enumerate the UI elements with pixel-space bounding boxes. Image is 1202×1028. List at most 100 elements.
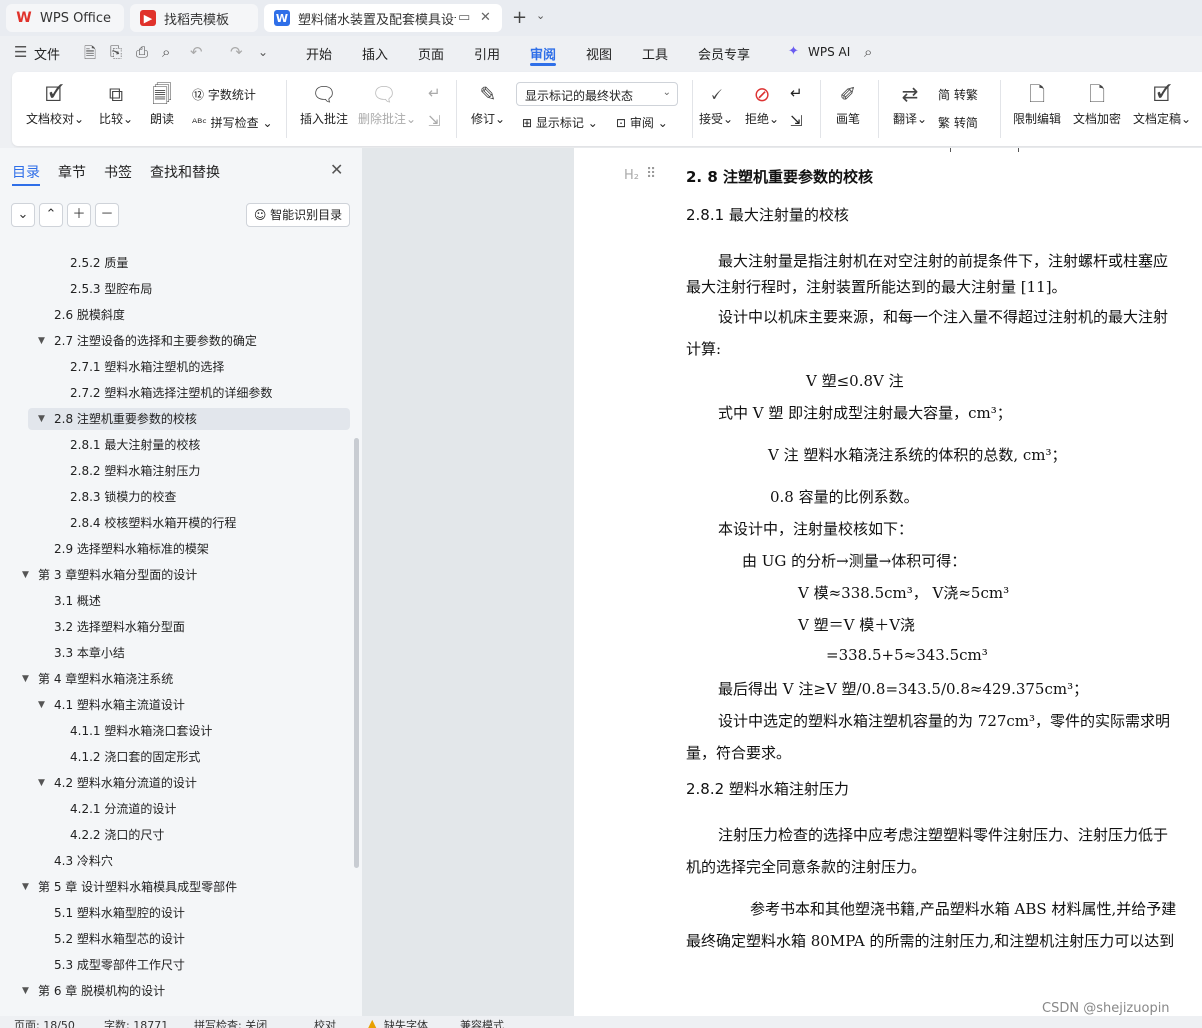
toc-item[interactable]: 5.2 塑料水箱型芯的设计: [28, 928, 350, 950]
drag-handle-icon[interactable]: ⠿: [646, 166, 656, 182]
toc-item[interactable]: 2.8.4 校核塑料水箱开模的行程: [28, 512, 350, 534]
search-icon[interactable]: ⌕: [864, 43, 872, 61]
expand-arrow-icon[interactable]: ▼: [38, 772, 45, 794]
restrict-edit-button[interactable]: 🗋 限制编辑: [1012, 80, 1062, 127]
expand-arrow-icon[interactable]: ▼: [38, 694, 45, 716]
tab-wps-office[interactable]: W WPS Office: [6, 4, 124, 32]
prev-change-icon[interactable]: ↵: [790, 84, 803, 102]
accept-button[interactable]: 🗸 接受⌄: [698, 80, 734, 127]
print-icon[interactable]: ⎙: [136, 43, 148, 61]
toc-item[interactable]: 2.9 选择塑料水箱标准的模架: [28, 538, 350, 560]
toc-item[interactable]: 5.3 成型零部件工作尺寸: [28, 954, 350, 976]
print-preview-icon[interactable]: ⌕: [162, 43, 170, 61]
compat-mode-indicator[interactable]: 兼容模式: [460, 1017, 504, 1028]
translate-button[interactable]: ⇄ 翻译⌄: [890, 80, 930, 127]
next-change-icon[interactable]: ⇲: [790, 112, 803, 130]
nav-tab-toc[interactable]: 目录: [12, 162, 40, 182]
track-changes-button[interactable]: ✎ 修订⌄: [468, 80, 508, 127]
toc-item[interactable]: 4.1.1 塑料水箱浇口套设计: [28, 720, 350, 742]
toc-item[interactable]: 2.8.2 塑料水箱注射压力: [28, 460, 350, 482]
expand-arrow-icon[interactable]: ▼: [38, 408, 45, 430]
tab-templates[interactable]: ▶ 找稻壳模板: [130, 4, 258, 32]
nav-tab-sections[interactable]: 章节: [58, 162, 86, 182]
menu-member[interactable]: 会员专享: [698, 44, 750, 63]
redo-icon[interactable]: ↷: [230, 43, 243, 61]
menu-tools[interactable]: 工具: [642, 44, 668, 63]
toc-item[interactable]: ▼ 4.1 塑料水箱主流道设计: [28, 694, 350, 716]
toc-item[interactable]: ▼ 2.8 注塑机重要参数的校核: [28, 408, 350, 430]
pen-button[interactable]: ✐ 画笔: [830, 80, 866, 127]
hamburger-icon[interactable]: ☰: [14, 43, 27, 61]
doc-proof-button[interactable]: 🗹 文档校对⌄: [26, 80, 84, 127]
expand-arrow-icon[interactable]: ▼: [22, 564, 29, 586]
menu-file[interactable]: 文件: [34, 44, 60, 63]
expand-arrow-icon[interactable]: ▼: [22, 668, 29, 690]
toc-item[interactable]: 4.2.1 分流道的设计: [28, 798, 350, 820]
word-count-button[interactable]: ⑫ 字数统计: [192, 86, 256, 103]
expand-down-button[interactable]: ⌄: [11, 203, 35, 227]
expand-arrow-icon[interactable]: ▼: [22, 980, 29, 1002]
to-simplified-button[interactable]: 繁 转简: [938, 114, 978, 131]
delete-comment-button[interactable]: 🗨 删除批注⌄: [358, 80, 416, 127]
toc-item[interactable]: 2.8.3 锁模力的校查: [28, 486, 350, 508]
toc-item[interactable]: 3.2 选择塑料水箱分型面: [28, 616, 350, 638]
menu-view[interactable]: 视图: [586, 44, 612, 63]
toc-item[interactable]: 2.7.1 塑料水箱注塑机的选择: [28, 356, 350, 378]
to-traditional-button[interactable]: 简 转繁: [938, 86, 978, 103]
insert-comment-button[interactable]: 🗨 插入批注: [298, 80, 350, 127]
expand-arrow-icon[interactable]: ▼: [38, 330, 45, 352]
export-icon[interactable]: ⎘: [110, 43, 122, 61]
window-icon[interactable]: ▭: [458, 10, 470, 25]
toc-item[interactable]: 5.1 塑料水箱型腔的设计: [28, 902, 350, 924]
toc-item[interactable]: 4.3 冷料穴: [28, 850, 350, 872]
reject-button[interactable]: ⊘ 拒绝⌄: [744, 80, 780, 127]
remove-heading-button[interactable]: －: [95, 203, 119, 227]
undo-icon[interactable]: ↶: [190, 43, 203, 61]
add-heading-button[interactable]: ＋: [67, 203, 91, 227]
nav-tab-bookmarks[interactable]: 书签: [104, 162, 132, 182]
smart-toc-button[interactable]: ☺ 智能识别目录: [246, 203, 350, 227]
toc-item[interactable]: 2.5.2 质量: [28, 252, 350, 274]
menu-references[interactable]: 引用: [474, 44, 500, 63]
page-indicator[interactable]: 页面: 18/50: [14, 1017, 75, 1028]
word-count-indicator[interactable]: 字数: 18771: [104, 1017, 168, 1028]
save-icon[interactable]: 🗎: [84, 43, 96, 68]
toc-item[interactable]: 2.6 脱模斜度: [28, 304, 350, 326]
toc-item[interactable]: 4.2.2 浇口的尺寸: [28, 824, 350, 846]
toc-item[interactable]: 2.8.1 最大注射量的校核: [28, 434, 350, 456]
nav-scrollbar[interactable]: [354, 438, 359, 868]
collapse-up-button[interactable]: ⌃: [39, 203, 63, 227]
chevron-down-icon[interactable]: ⌄: [536, 9, 545, 22]
next-comment-icon[interactable]: ⇲: [428, 112, 441, 130]
close-icon[interactable]: ✕: [330, 160, 343, 179]
spell-check-button[interactable]: ᴬᴮᶜ 拼写检查 ⌄: [192, 114, 273, 131]
menu-page[interactable]: 页面: [418, 44, 444, 63]
spell-check-indicator[interactable]: 拼写检查: 关闭: [194, 1017, 267, 1028]
toc-item[interactable]: ▼ 2.7 注塑设备的选择和主要参数的确定: [28, 330, 350, 352]
doc-encrypt-button[interactable]: 🗋 文档加密: [1072, 80, 1122, 127]
toc-item[interactable]: ▼ 第 4 章塑料水箱浇注系统: [22, 668, 350, 690]
read-aloud-button[interactable]: 🗐 朗读: [146, 80, 178, 127]
close-tab-icon[interactable]: ✕: [480, 10, 491, 25]
nav-tab-find-replace[interactable]: 查找和替换: [150, 162, 220, 182]
proof-indicator[interactable]: 校对: [314, 1017, 336, 1028]
markup-state-select[interactable]: 显示标记的最终状态 ⌄: [516, 82, 678, 106]
tab-document[interactable]: W 塑料储水装置及配套模具设计 ▭ ✕: [264, 4, 502, 32]
show-markup-button[interactable]: ⊞ 显示标记 ⌄: [522, 114, 598, 131]
missing-font-indicator[interactable]: 缺失字体: [384, 1017, 428, 1028]
prev-comment-icon[interactable]: ↵: [428, 84, 441, 102]
menu-insert[interactable]: 插入: [362, 44, 388, 63]
document-page[interactable]: H₂ ⠿ 2. 8 注塑机重要参数的校核 2.8.1 最大注射量的校核 最大注射量是…: [574, 148, 1202, 1016]
toc-item[interactable]: 2.5.3 型腔布局: [28, 278, 350, 300]
toc-item[interactable]: 3.3 本章小结: [28, 642, 350, 664]
toc-item[interactable]: 3.1 概述: [28, 590, 350, 612]
new-tab-button[interactable]: +: [512, 7, 527, 28]
chevron-down-icon[interactable]: ⌄: [258, 45, 268, 59]
review-pane-button[interactable]: ⊡ 审阅 ⌄: [616, 114, 668, 131]
toc-item[interactable]: ▼ 第 3 章塑料水箱分型面的设计: [22, 564, 350, 586]
toc-item[interactable]: ▼ 第 5 章 设计塑料水箱模具成型零部件: [22, 876, 350, 898]
toc-item[interactable]: 2.7.2 塑料水箱选择注塑机的详细参数: [28, 382, 350, 404]
compare-button[interactable]: ⧉ 比较⌄: [96, 80, 136, 127]
toc-item[interactable]: ▼ 第 6 章 脱模机构的设计: [22, 980, 350, 1002]
doc-finalize-button[interactable]: 🗹 文档定稿⌄: [1132, 80, 1192, 127]
